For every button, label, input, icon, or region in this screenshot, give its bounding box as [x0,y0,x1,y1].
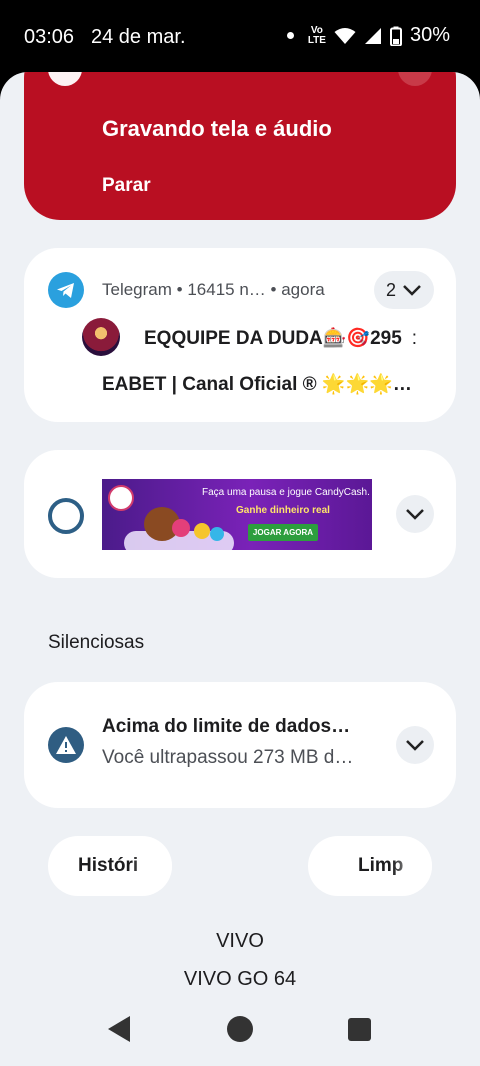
chevron-down-icon [406,509,424,520]
meta-separator: • [270,280,282,299]
carrier-name: VIVO [216,930,264,952]
notification-time: agora [281,280,325,299]
chevron-down-icon [406,740,424,751]
screen-recording-notification[interactable]: Gravando tela e áudio Parar [24,72,456,220]
meta-separator: • [176,280,188,299]
expand-count-button[interactable]: 2 [374,271,434,309]
notification-meta: Telegram • 16415 n… • agora [102,280,325,300]
section-title-silent: Silenciosas [48,632,145,653]
chevron-down-icon [403,285,421,296]
signal-icon [364,27,381,44]
clear-all-button[interactable]: Limp [308,836,432,896]
text-fade [392,836,432,896]
battery-icon [389,26,402,46]
volte-bottom-label: LTE [307,34,326,46]
avatar [82,318,120,356]
record-app-icon [48,72,82,86]
home-icon[interactable] [227,1016,253,1042]
volte-icon: Vo LTE [307,25,326,46]
notification-detail: 16415 n… [187,280,266,299]
telegram-icon [48,272,84,308]
status-bar: 03:06 24 de mar. Vo LTE 30% [0,0,480,72]
ad-headline: Faça uma pausa e jogue CandyCash. [202,487,370,498]
navigation-bar [0,1002,480,1066]
data-alert-title: Acima do limite de dados… [102,716,351,737]
back-icon[interactable] [108,1016,130,1042]
history-button[interactable]: Históri [48,836,172,896]
warning-icon [48,727,84,763]
telegram-notification[interactable]: Telegram • 16415 n… • agora 2 EQQUIPE DA… [24,248,456,422]
status-icons: Vo LTE 30% [286,24,450,47]
recents-icon[interactable] [348,1018,371,1041]
message-line2: EABET | Canal Oficial ® 🌟🌟🌟… [102,374,412,395]
stop-recording-button[interactable]: Parar [102,175,151,197]
app-ring-icon [48,498,84,534]
date: 24 de mar. [91,26,186,48]
text-fade [132,836,172,896]
candy-image [210,527,224,541]
message-line1: EQQUIPE DA DUDA🎰🎯295 [144,328,402,349]
battery-level: 30% [409,24,450,46]
history-label: Históri [78,855,139,876]
ad-notification[interactable]: Faça uma pausa e jogue CandyCash. Ganhe … [24,450,456,578]
record-expand-icon[interactable] [398,72,432,86]
candy-image [172,519,190,537]
recording-title: Gravando tela e áudio [102,116,332,141]
expand-button[interactable] [396,726,434,764]
notification-shade[interactable]: Gravando tela e áudio Parar Telegram • 1… [0,72,480,1066]
ad-cta-button[interactable]: JOGAR AGORA [248,524,318,541]
message-line1-tail: : [411,328,418,349]
notification-count: 2 [385,279,396,300]
data-alert-body: Você ultrapassou 273 MB d… [102,747,354,768]
wifi-icon [334,27,356,44]
message-sender: EQQUIPE DA DUDA🎰🎯295: [144,326,417,350]
carrier-plan: VIVO GO 64 [183,968,297,990]
ad-subline: Ganhe dinheiro real [236,505,330,516]
candycash-logo [108,485,134,511]
app-name: Telegram [102,280,172,299]
data-limit-notification[interactable]: Acima do limite de dados… Você ultrapass… [24,682,456,808]
notification-dot-icon [286,32,294,39]
expand-button[interactable] [396,495,434,533]
candy-image [194,523,210,539]
ad-banner[interactable]: Faça uma pausa e jogue CandyCash. Ganhe … [102,479,372,550]
clock: 03:06 [24,26,75,48]
